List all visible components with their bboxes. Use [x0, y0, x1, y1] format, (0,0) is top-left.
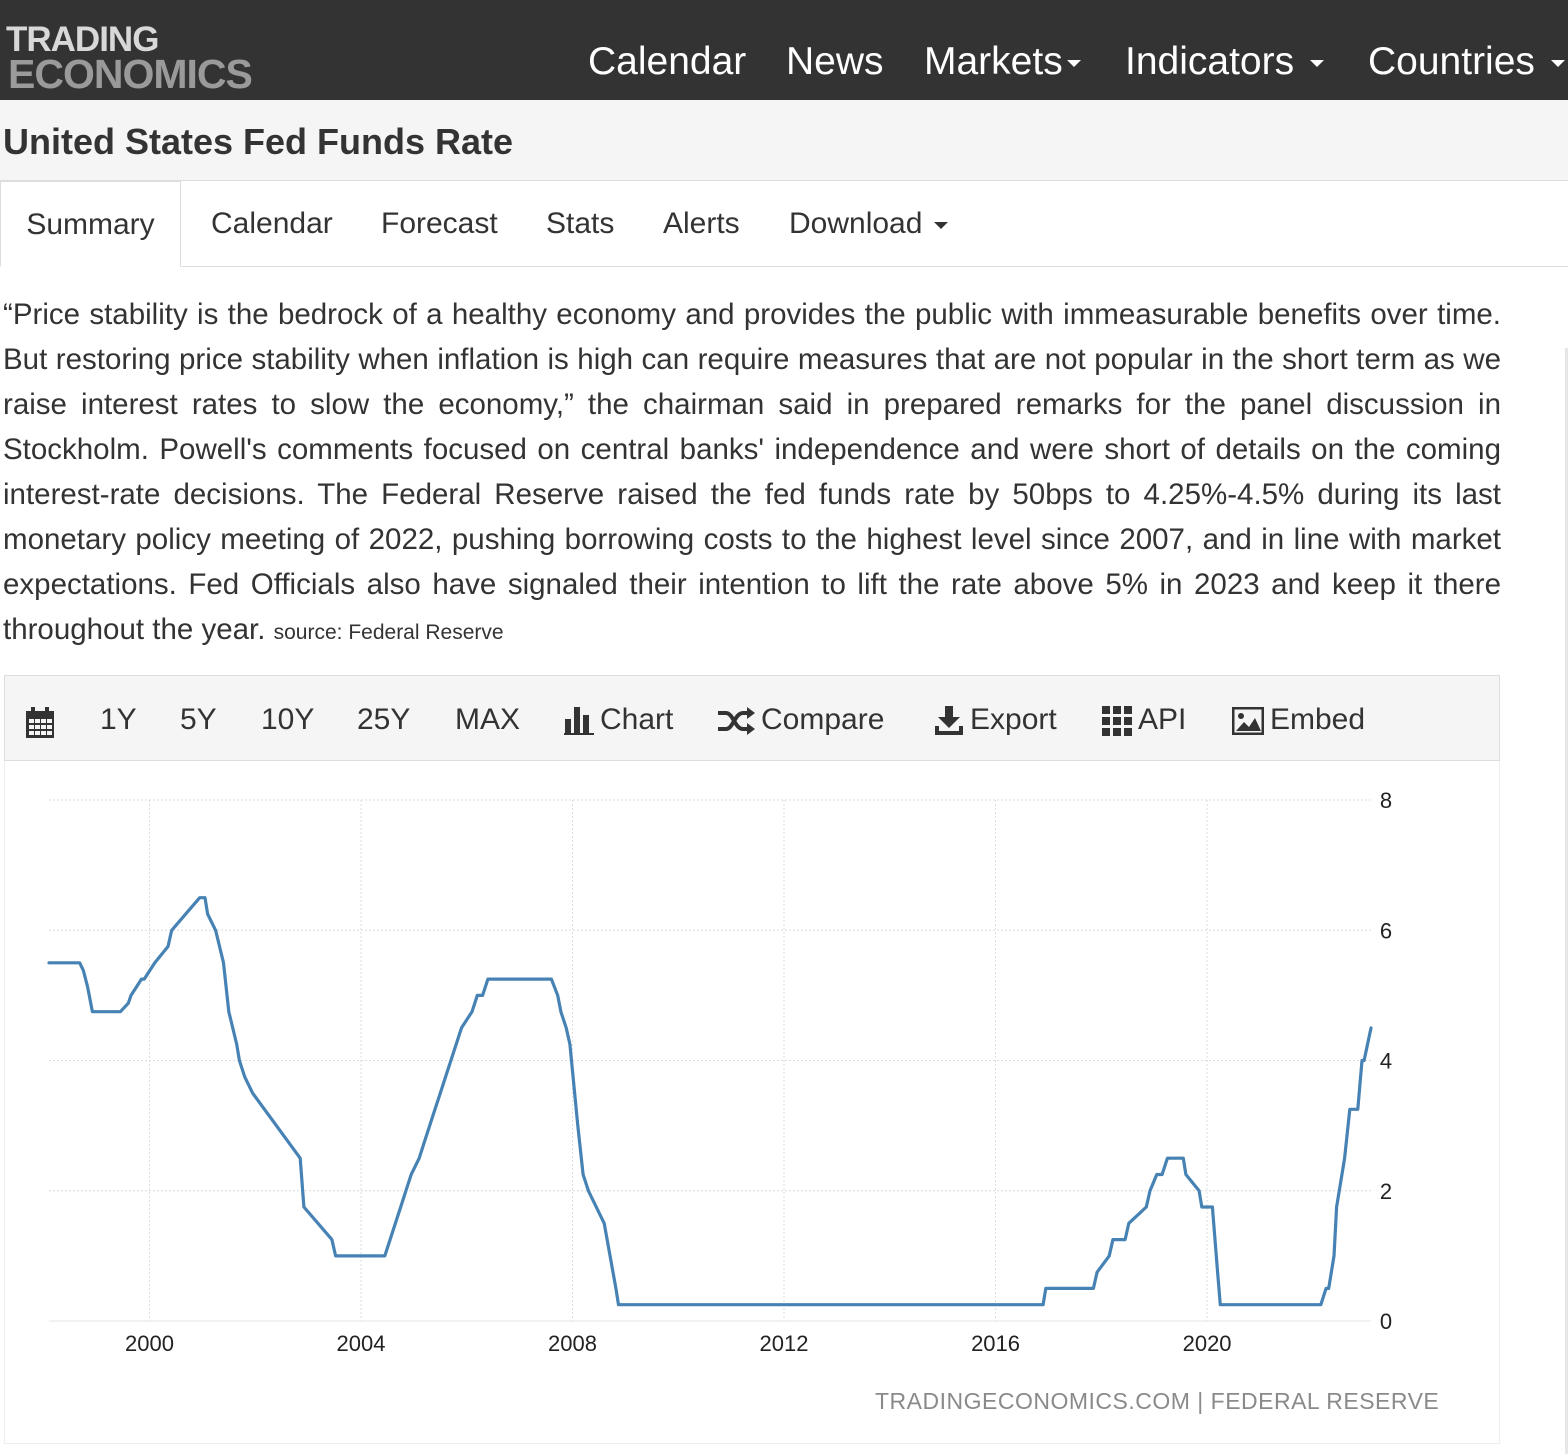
x-tick-label: 2016	[971, 1331, 1020, 1356]
x-tick-label: 2012	[760, 1331, 809, 1356]
fed-funds-rate-chart: 0 2 4 6 8 2000 2004 2008 2012 2016 2020	[47, 788, 1392, 1356]
y-tick-label: 2	[1380, 1179, 1392, 1204]
chart-axes: 0 2 4 6 8 2000 2004 2008 2012 2016 2020	[125, 788, 1392, 1356]
x-tick-label: 2020	[1183, 1331, 1232, 1356]
chart-attribution[interactable]: TRADINGECONOMICS.COM | FEDERAL RESERVE	[875, 1388, 1439, 1415]
y-tick-label: 6	[1380, 918, 1392, 943]
chart-container: 0 2 4 6 8 2000 2004 2008 2012 2016 2020 TRADINGECO…	[4, 761, 1500, 1444]
x-tick-label: 2000	[125, 1331, 174, 1356]
chart-grid	[49, 799, 1371, 1322]
x-tick-label: 2008	[548, 1331, 597, 1356]
y-tick-label: 0	[1380, 1309, 1392, 1334]
fed-funds-rate-series-line[interactable]	[47, 896, 1373, 1307]
chart-plot-area	[47, 896, 1373, 1307]
y-tick-label: 8	[1380, 788, 1392, 813]
y-tick-label: 4	[1380, 1049, 1392, 1074]
x-tick-label: 2004	[337, 1331, 386, 1356]
